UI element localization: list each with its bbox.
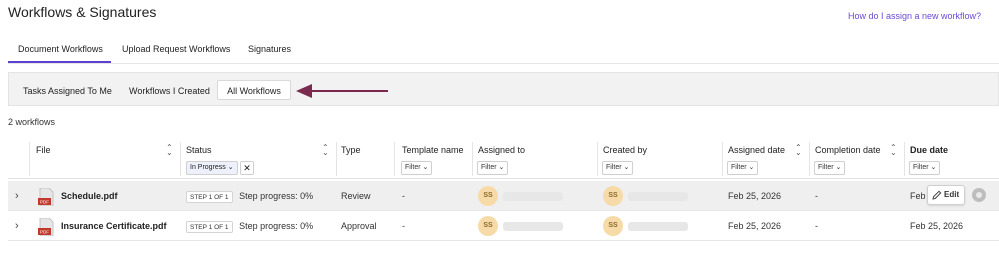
avatar: SS: [603, 216, 623, 236]
filter-label: Filter: [731, 164, 747, 171]
workflow-filter-tabs: Tasks Assigned To Me Workflows I Created…: [8, 72, 999, 106]
chevron-right-icon[interactable]: ›: [15, 181, 19, 211]
filter-label: Filter: [913, 164, 929, 171]
column-header-assigned-date[interactable]: Assigned date: [728, 145, 785, 155]
avatar: SS: [478, 216, 498, 236]
redacted-name: [628, 222, 688, 231]
assigned-date-filter[interactable]: Filter ⌄: [727, 161, 759, 175]
tab-signatures[interactable]: Signatures: [248, 44, 291, 63]
filter-label: Filter: [818, 164, 834, 171]
table-header: File ⌃ ⌄ Status ⌃ ⌄ In Progress ⌄ ✕ Type T…: [8, 139, 999, 179]
template-cell: -: [402, 191, 405, 201]
sort-icon[interactable]: ⌃ ⌄: [890, 144, 897, 157]
due-date-cell: Feb: [910, 191, 926, 201]
step-progress: Step progress: 0%: [239, 221, 314, 231]
column-divider: [722, 142, 723, 176]
svg-text:PDF: PDF: [40, 230, 49, 235]
main-tabs: Document Workflows Upload Request Workfl…: [8, 40, 999, 64]
tab-all-workflows[interactable]: All Workflows: [217, 80, 291, 100]
column-header-completion-date[interactable]: Completion date: [815, 145, 881, 155]
column-header-due-date[interactable]: Due date: [910, 145, 948, 155]
pdf-icon: PDF: [38, 218, 54, 236]
assigned-date-cell: Feb 25, 2026: [728, 221, 782, 231]
sort-icon[interactable]: ⌃ ⌄: [795, 144, 802, 157]
svg-text:PDF: PDF: [40, 200, 49, 205]
page-title: Workflows & Signatures: [8, 4, 157, 20]
chevron-right-icon[interactable]: ›: [15, 211, 19, 241]
column-header-created-by[interactable]: Created by: [603, 145, 647, 155]
column-divider: [597, 142, 598, 176]
assigned-date-cell: Feb 25, 2026: [728, 191, 782, 201]
close-icon[interactable]: ✕: [240, 161, 254, 175]
status-filter-value: In Progress: [190, 164, 226, 171]
help-link[interactable]: How do I assign a new workflow?: [848, 11, 981, 21]
arrow-left-icon: [296, 84, 388, 98]
tab-tasks-assigned-to-me[interactable]: Tasks Assigned To Me: [23, 81, 112, 101]
step-badge: STEP 1 OF 1: [186, 220, 233, 233]
template-filter[interactable]: Filter ⌄: [401, 161, 433, 175]
tab-upload-request-workflows[interactable]: Upload Request Workflows: [122, 44, 230, 63]
completion-date-cell: -: [815, 221, 818, 231]
due-date-cell: Feb 25, 2026: [910, 221, 964, 231]
pencil-icon: [932, 190, 942, 200]
filter-label: Filter: [606, 164, 622, 171]
column-divider: [180, 142, 181, 176]
status-filter-chip[interactable]: In Progress ⌄: [186, 161, 238, 175]
avatar: SS: [478, 186, 498, 206]
completion-date-cell: -: [815, 191, 818, 201]
column-divider: [904, 142, 905, 176]
column-divider: [336, 142, 337, 176]
column-divider: [29, 142, 30, 176]
chevron-down-icon: ⌄: [227, 164, 234, 171]
filter-label: Filter: [481, 164, 497, 171]
edit-button[interactable]: Edit: [927, 185, 965, 205]
column-divider: [809, 142, 810, 176]
file-name[interactable]: Insurance Certificate.pdf: [61, 211, 167, 241]
column-divider: [394, 142, 395, 176]
workflows-table: File ⌃ ⌄ Status ⌃ ⌄ In Progress ⌄ ✕ Type T…: [8, 139, 999, 243]
table-row[interactable]: › PDF Schedule.pdf STEP 1 OF 1 Step prog…: [8, 181, 999, 211]
sort-icon[interactable]: ⌃ ⌄: [166, 144, 173, 157]
column-header-template-name[interactable]: Template name: [402, 145, 464, 155]
template-cell: -: [402, 221, 405, 231]
column-header-status[interactable]: Status: [186, 145, 212, 155]
workflow-count: 2 workflows: [8, 117, 56, 127]
sort-icon[interactable]: ⌃ ⌄: [322, 144, 329, 157]
table-row[interactable]: › PDF Insurance Certificate.pdf STEP 1 O…: [8, 211, 999, 241]
created-by-filter[interactable]: Filter ⌄: [602, 161, 634, 175]
more-icon[interactable]: [972, 188, 986, 202]
tab-document-workflows[interactable]: Document Workflows: [8, 44, 111, 63]
edit-label: Edit: [944, 190, 960, 199]
column-header-assigned-to[interactable]: Assigned to: [478, 145, 525, 155]
tab-workflows-i-created[interactable]: Workflows I Created: [129, 81, 210, 101]
column-header-file[interactable]: File: [36, 145, 51, 155]
redacted-name: [503, 192, 563, 201]
type-cell: Review: [341, 191, 371, 201]
step-progress: Step progress: 0%: [239, 191, 314, 201]
column-header-type[interactable]: Type: [341, 145, 361, 155]
type-cell: Approval: [341, 221, 377, 231]
completion-date-filter[interactable]: Filter ⌄: [814, 161, 846, 175]
file-name[interactable]: Schedule.pdf: [61, 181, 118, 211]
redacted-name: [628, 192, 688, 201]
assigned-to-filter[interactable]: Filter ⌄: [477, 161, 509, 175]
due-date-filter[interactable]: Filter ⌄: [909, 161, 941, 175]
pdf-icon: PDF: [38, 188, 54, 206]
column-divider: [472, 142, 473, 176]
status-cell: STEP 1 OF 1 Step progress: 0%: [186, 211, 313, 241]
redacted-name: [503, 222, 563, 231]
filter-label: Filter: [405, 164, 421, 171]
status-cell: STEP 1 OF 1 Step progress: 0%: [186, 181, 313, 211]
step-badge: STEP 1 OF 1: [186, 190, 233, 203]
avatar: SS: [603, 186, 623, 206]
